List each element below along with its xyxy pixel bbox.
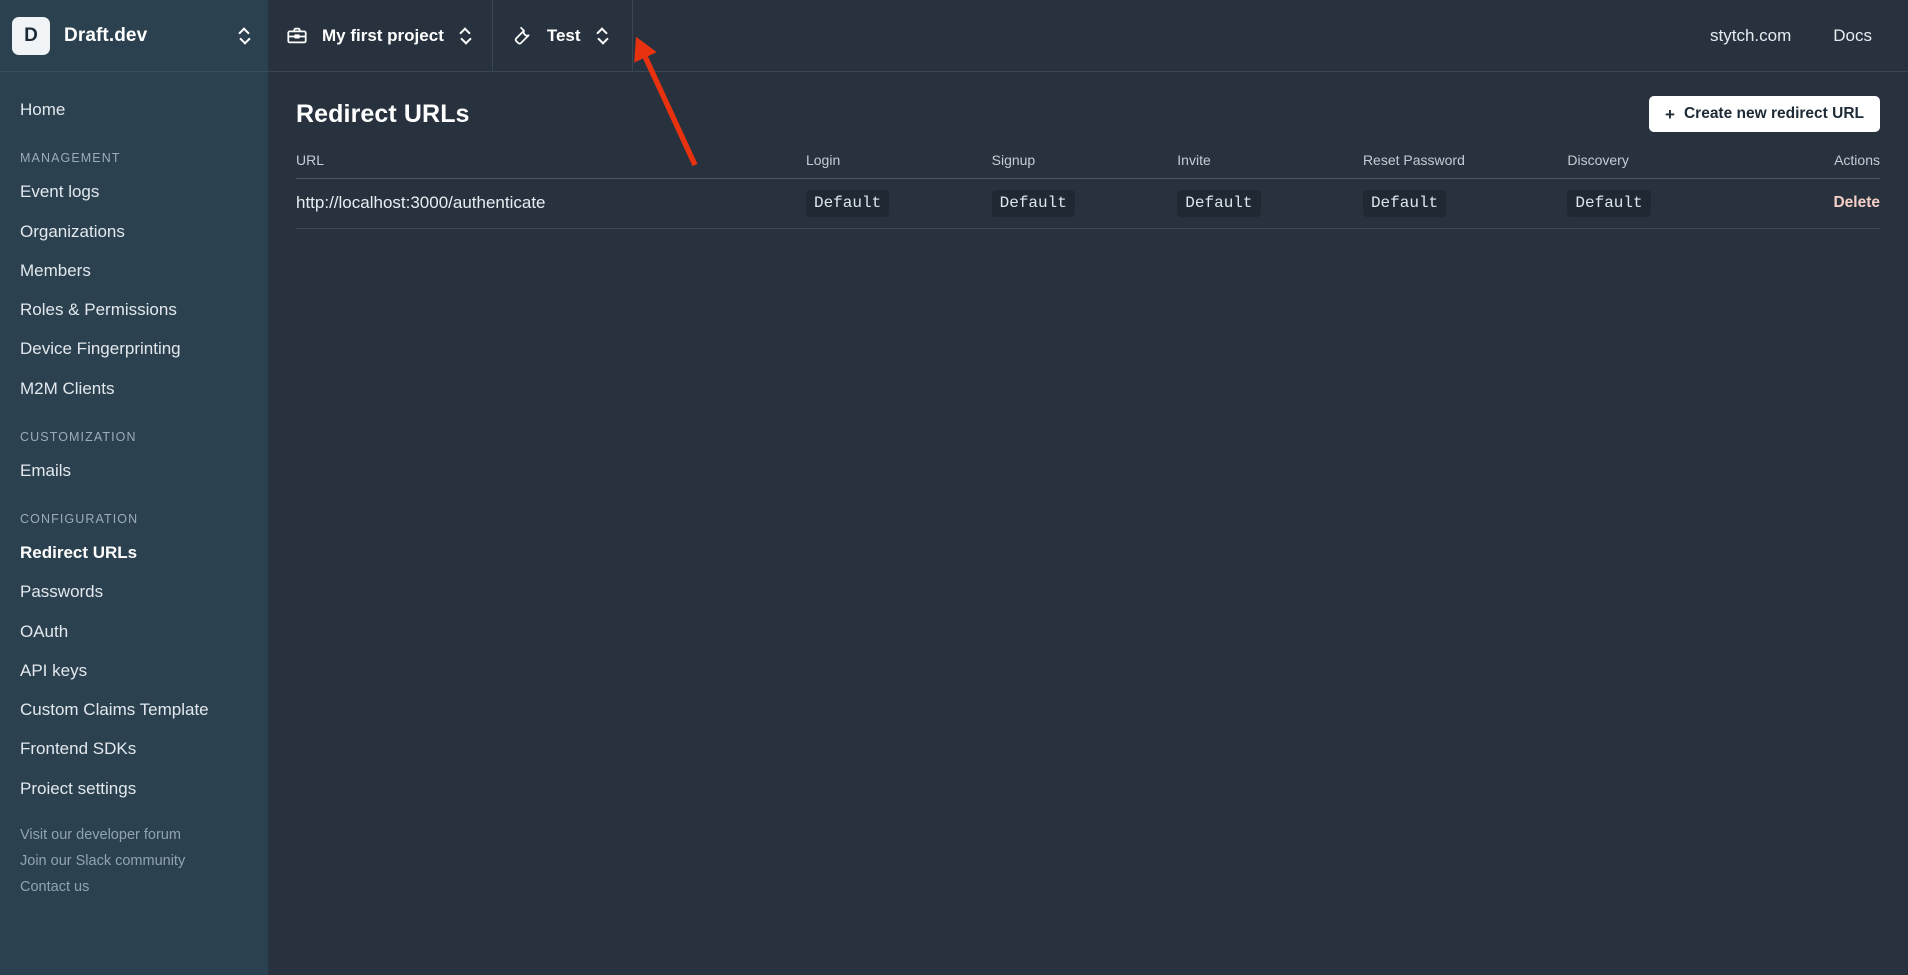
- invite-badge: Default: [1177, 190, 1261, 217]
- sidebar-item-redirect-urls[interactable]: Redirect URLs: [0, 533, 268, 572]
- sidebar-item-emails[interactable]: Emails: [0, 451, 268, 490]
- wrench-icon: [511, 25, 533, 47]
- sidebar-link-slack-community[interactable]: Join our Slack community: [0, 848, 268, 874]
- chevron-up-down-icon[interactable]: [236, 22, 252, 50]
- create-button-label: Create new redirect URL: [1683, 105, 1864, 122]
- redirect-urls-table: URL Login Signup Invite Reset Password D…: [296, 152, 1880, 229]
- toolbox-icon: [286, 25, 308, 47]
- brand-switcher[interactable]: D Draft.dev: [0, 0, 268, 72]
- main-area: My first project Test stytch.com Docs Re…: [268, 0, 1908, 975]
- sidebar-item-device-fingerprinting[interactable]: Device Fingerprinting: [0, 329, 268, 368]
- chevron-up-down-icon[interactable]: [458, 22, 474, 50]
- cell-invite: Default: [1177, 178, 1363, 229]
- stytch-com-link[interactable]: stytch.com: [1710, 26, 1791, 46]
- table-body: http://localhost:3000/authenticate Defau…: [296, 178, 1880, 229]
- column-header-actions: Actions: [1753, 152, 1880, 179]
- sidebar: D Draft.dev Home MANAGEMENT Event logs O…: [0, 0, 268, 975]
- column-header-login: Login: [805, 152, 992, 179]
- table-head: URL Login Signup Invite Reset Password D…: [296, 152, 1880, 179]
- discovery-badge: Default: [1567, 190, 1651, 217]
- sidebar-link-developer-forum[interactable]: Visit our developer forum: [0, 822, 268, 848]
- login-badge: Default: [805, 190, 890, 217]
- chevron-up-down-icon[interactable]: [595, 22, 611, 50]
- signup-badge: Default: [991, 190, 1075, 217]
- sidebar-item-passwords[interactable]: Passwords: [0, 572, 268, 611]
- column-header-reset-password: Reset Password: [1362, 152, 1568, 179]
- sidebar-item-m2m-clients[interactable]: M2M Clients: [0, 369, 268, 408]
- page-header: Redirect URLs + Create new redirect URL: [296, 90, 1880, 138]
- sidebar-nav: Home MANAGEMENT Event logs Organizations…: [0, 72, 268, 910]
- table-row: http://localhost:3000/authenticate Defau…: [296, 178, 1880, 229]
- column-header-discovery: Discovery: [1567, 152, 1754, 179]
- create-new-redirect-url-button[interactable]: + Create new redirect URL: [1649, 96, 1880, 132]
- brand-name: Draft.dev: [64, 24, 148, 46]
- sidebar-item-api-keys[interactable]: API keys: [0, 651, 268, 690]
- sidebar-item-roles-permissions[interactable]: Roles & Permissions: [0, 290, 268, 329]
- topbar: My first project Test stytch.com Docs: [268, 0, 1908, 72]
- cell-actions: Delete: [1753, 178, 1880, 229]
- sidebar-item-members[interactable]: Members: [0, 251, 268, 290]
- sidebar-section-customization: CUSTOMIZATION: [20, 429, 137, 444]
- docs-link[interactable]: Docs: [1833, 26, 1872, 46]
- topbar-links: stytch.com Docs: [1710, 0, 1908, 71]
- content-area: Redirect URLs + Create new redirect URL …: [268, 72, 1908, 975]
- app-root: D Draft.dev Home MANAGEMENT Event logs O…: [0, 0, 1908, 975]
- plus-icon: +: [1665, 104, 1675, 124]
- column-header-invite: Invite: [1177, 152, 1363, 179]
- column-header-signup: Signup: [991, 152, 1178, 179]
- cell-login: Default: [805, 178, 992, 229]
- project-switcher[interactable]: My first project: [268, 0, 493, 71]
- sidebar-footer-links: Visit our developer forum Join our Slack…: [0, 822, 268, 910]
- cell-reset-password: Default: [1362, 178, 1568, 229]
- sidebar-section-configuration: CONFIGURATION: [20, 512, 139, 526]
- cell-discovery: Default: [1567, 178, 1754, 229]
- delete-button[interactable]: Delete: [1753, 194, 1880, 212]
- sidebar-item-organizations[interactable]: Organizations: [0, 212, 268, 251]
- sidebar-item-event-logs[interactable]: Event logs: [0, 172, 268, 211]
- cell-signup: Default: [991, 178, 1178, 229]
- cell-url: http://localhost:3000/authenticate: [296, 178, 806, 229]
- sidebar-item-custom-claims-template[interactable]: Custom Claims Template: [0, 690, 268, 729]
- column-header-url: URL: [296, 152, 806, 179]
- project-switcher-label: My first project: [322, 25, 444, 45]
- brand-logo: D: [12, 16, 50, 55]
- page-title: Redirect URLs: [296, 99, 470, 128]
- sidebar-item-frontend-sdks[interactable]: Frontend SDKs: [0, 729, 268, 768]
- reset-password-badge: Default: [1362, 190, 1447, 217]
- sidebar-section-management: MANAGEMENT: [20, 151, 121, 166]
- sidebar-link-contact-us[interactable]: Contact us: [0, 874, 268, 900]
- environment-switcher[interactable]: Test: [493, 0, 633, 71]
- sidebar-item-project-settings[interactable]: Proiect settings: [0, 769, 268, 808]
- table-header-row: URL Login Signup Invite Reset Password D…: [296, 152, 1880, 179]
- sidebar-item-home[interactable]: Home: [0, 90, 268, 129]
- redirect-url-text: http://localhost:3000/authenticate: [296, 193, 546, 213]
- environment-switcher-label: Test: [546, 25, 581, 45]
- sidebar-item-oauth[interactable]: OAuth: [0, 612, 268, 651]
